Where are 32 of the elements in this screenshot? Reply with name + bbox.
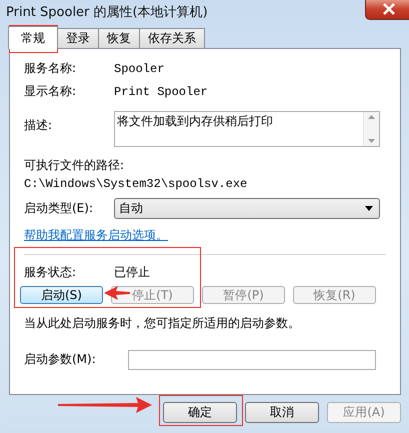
close-icon <box>382 3 396 15</box>
scroll-down-icon[interactable] <box>368 139 375 143</box>
tab[interactable]: 常规 <box>8 26 58 49</box>
help-link[interactable]: 帮助我配置服务启动选项。 <box>24 227 168 244</box>
path-label: 可执行文件的路径: <box>24 157 126 174</box>
scroll-up-icon[interactable] <box>368 115 375 119</box>
dialog-button[interactable]: 取消 <box>245 402 319 423</box>
field-label: 显示名称: <box>24 83 78 100</box>
field-value: Spooler <box>114 62 164 76</box>
arrow <box>104 285 130 301</box>
service-button[interactable]: 启动(S) <box>20 286 103 304</box>
startup-type-dropdown[interactable]: 自动 <box>114 198 380 219</box>
scrollbar[interactable] <box>363 112 379 146</box>
tab[interactable]: 恢复 <box>98 28 140 48</box>
window-title: Print Spooler 的属性(本地计算机) <box>5 4 208 21</box>
field-label: 服务名称: <box>24 60 78 77</box>
field-value: Print Spooler <box>114 84 208 98</box>
hint-text: 当从此处启动服务时，您可指定所适用的启动参数。 <box>24 315 301 332</box>
start-params-field[interactable] <box>128 350 376 370</box>
startup-type-label: 启动类型(E): <box>24 200 94 217</box>
path-value: C:\Windows\System32\spoolsv.exe <box>24 177 248 191</box>
start-params-label: 启动参数(M): <box>24 351 97 368</box>
field-label: 描述: <box>24 117 54 134</box>
status-value: 已停止 <box>114 264 150 280</box>
description-box[interactable]: 将文件加载到内存供稍后打印 <box>114 111 380 147</box>
dropdown-arrow-icon <box>365 206 373 211</box>
close-button[interactable] <box>365 0 409 20</box>
highlight-box <box>9 25 58 53</box>
status-label: 服务状态: <box>24 264 78 280</box>
tab[interactable]: 依存关系 <box>139 28 205 48</box>
tab[interactable]: 登录 <box>57 28 99 48</box>
dialog-button[interactable]: 确定 <box>163 402 237 423</box>
